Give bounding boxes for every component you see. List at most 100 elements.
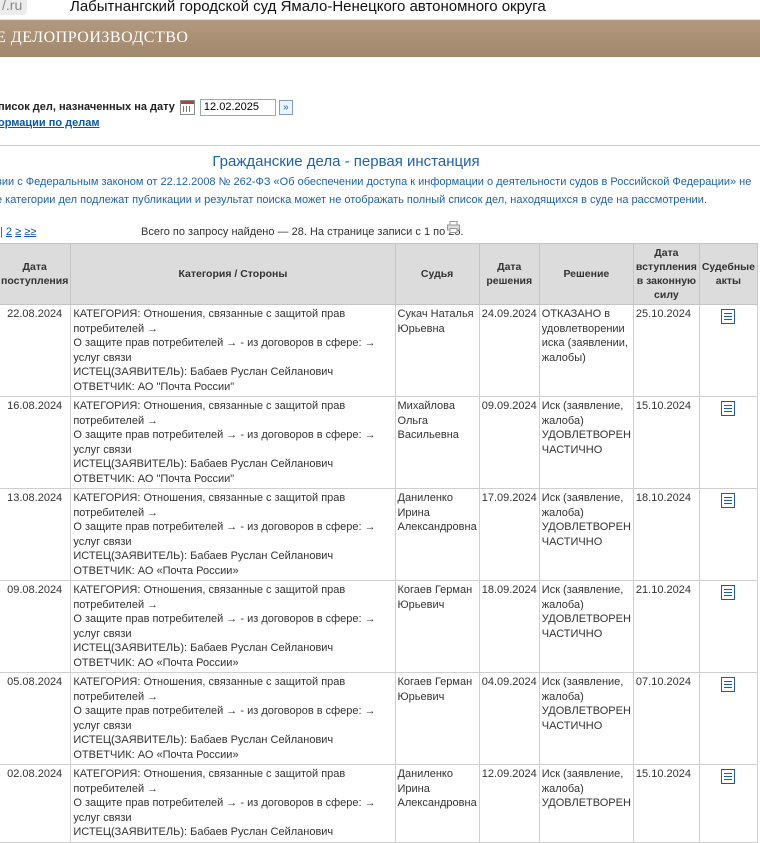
cell-category: КАТЕГОРИЯ: Отношения, связанные с защито… bbox=[70, 396, 396, 489]
cell-acts bbox=[698, 580, 759, 673]
cell-category: КАТЕГОРИЯ: Отношения, связанные с защито… bbox=[70, 488, 396, 581]
table-header-row: Дата поступления Категория / Стороны Суд… bbox=[0, 243, 759, 305]
effective-date: 21.10.2024 bbox=[635, 584, 691, 596]
received-date: 09.08.2024 bbox=[7, 584, 63, 596]
judge-line: Юрьевич bbox=[397, 598, 445, 611]
decision-line: ЧАСТИЧНО bbox=[541, 443, 603, 456]
received-date: 16.08.2024 bbox=[7, 400, 63, 412]
banner-title: Е ДЕЛОПРОИЗВОДСТВО bbox=[0, 29, 189, 46]
category-line: О защите прав потребителей → - из догово… bbox=[73, 429, 376, 456]
judge-line: Васильевна bbox=[397, 429, 459, 441]
plaintiff-line: ИСТЕЦ(ЗАЯВИТЕЛЬ): Бабаев Руслан Сейланов… bbox=[73, 550, 334, 562]
decision-line: УДОВЛЕТВОРЕН bbox=[541, 705, 631, 717]
category-line: КАТЕГОРИЯ: Отношения, связанные с защито… bbox=[73, 768, 346, 795]
last-page-link[interactable]: ≥≥ bbox=[24, 226, 36, 238]
decision-line: УДОВЛЕТВОРЕН bbox=[541, 429, 631, 441]
next-page-link[interactable]: ≥ bbox=[15, 226, 21, 238]
cell-category: КАТЕГОРИЯ: Отношения, связанные с защито… bbox=[70, 672, 396, 765]
table-row: 09.08.2024 КАТЕГОРИЯ: Отношения, связанны… bbox=[0, 580, 759, 673]
header-decision-date[interactable]: Дата решения bbox=[478, 243, 540, 305]
header-acts[interactable]: Судебные акты bbox=[698, 243, 759, 305]
judge-line: Даниленко bbox=[397, 768, 453, 780]
case-info-link[interactable]: ормации по делам bbox=[0, 117, 100, 129]
category-line: О защите прав потребителей → - из догово… bbox=[73, 521, 376, 548]
cell-decision-date: 24.09.2024 bbox=[478, 304, 540, 397]
cell-received: 05.08.2024 bbox=[0, 672, 72, 765]
cell-decision-date: 09.09.2024 bbox=[478, 396, 540, 489]
cell-effective-date: 21.10.2024 bbox=[632, 580, 700, 673]
defendant-line: ОТВЕТЧИК: АО "Почта России" bbox=[73, 380, 235, 393]
date-search-label: писок дел, назначенных на дату bbox=[0, 101, 175, 113]
cell-received: 02.08.2024 bbox=[0, 764, 72, 843]
received-date: 02.08.2024 bbox=[7, 768, 63, 780]
go-arrow-icon[interactable]: » bbox=[278, 99, 293, 115]
effective-date: 25.10.2024 bbox=[635, 308, 691, 320]
judge-line: Ольга bbox=[397, 414, 428, 427]
category-line: О защите прав потребителей → - из догово… bbox=[73, 613, 376, 640]
decision-date: 24.09.2024 bbox=[481, 308, 537, 320]
category-line: КАТЕГОРИЯ: Отношения, связанные с защито… bbox=[73, 308, 346, 335]
decision-line: жалоба) bbox=[541, 598, 584, 611]
document-icon[interactable] bbox=[721, 769, 736, 784]
header-judge[interactable]: Судья bbox=[394, 243, 480, 305]
judge-line: Даниленко bbox=[397, 492, 453, 504]
decision-date: 12.09.2024 bbox=[481, 768, 537, 780]
document-icon[interactable] bbox=[721, 585, 736, 600]
cell-effective-date: 18.10.2024 bbox=[632, 488, 700, 581]
document-icon[interactable] bbox=[721, 677, 736, 692]
judge-line: Александровна bbox=[397, 797, 477, 809]
defendant-line: ОТВЕТЧИК: АО "Почта России" bbox=[73, 472, 235, 485]
decision-line: Иск (заявление, bbox=[541, 584, 624, 596]
document-icon[interactable] bbox=[721, 493, 736, 508]
category-line: КАТЕГОРИЯ: Отношения, связанные с защито… bbox=[73, 492, 346, 519]
legal-notice: вии с Федеральным законом от 22.12.2008 … bbox=[0, 173, 760, 209]
plaintiff-line: ИСТЕЦ(ЗАЯВИТЕЛЬ): Бабаев Руслан Сейланов… bbox=[73, 458, 334, 470]
legal-notice-line: вии с Федеральным законом от 22.12.2008 … bbox=[0, 176, 752, 188]
cell-judge: Когаев Герман Юрьевич bbox=[394, 580, 480, 673]
cases-table: Дата поступления Категория / Стороны Суд… bbox=[0, 243, 759, 843]
site-domain-tab[interactable]: /.ru bbox=[0, 0, 28, 15]
decision-date: 18.09.2024 bbox=[481, 584, 537, 596]
cell-acts bbox=[698, 672, 759, 765]
defendant-line: ОТВЕТЧИК: АО «Почта России» bbox=[73, 748, 239, 761]
decision-line: иска (заявлении, bbox=[541, 337, 628, 349]
page-title: Лабытнангский городской суд Ямало-Ненецк… bbox=[70, 0, 546, 15]
document-icon[interactable] bbox=[721, 401, 736, 416]
decision-line: жалоба) bbox=[541, 414, 584, 427]
document-icon[interactable] bbox=[721, 309, 736, 324]
cell-judge: Когаев Герман Юрьевич bbox=[394, 672, 480, 765]
judge-line: Сукач Наталья bbox=[397, 308, 474, 320]
decision-line: жалоба) bbox=[541, 506, 584, 519]
header-received[interactable]: Дата поступления bbox=[0, 243, 72, 305]
results-count: Всего по запросу найдено — 28. На страни… bbox=[141, 226, 464, 238]
page-2-link[interactable]: 2 bbox=[6, 226, 12, 238]
date-input[interactable] bbox=[199, 98, 276, 116]
calendar-icon[interactable] bbox=[179, 99, 195, 115]
cell-acts bbox=[698, 764, 759, 843]
cell-judge: Даниленко Ирина Александровна bbox=[394, 764, 480, 843]
category-line: КАТЕГОРИЯ: Отношения, связанные с защито… bbox=[73, 676, 346, 703]
judge-line: Ирина bbox=[397, 506, 430, 519]
header-decision[interactable]: Решение bbox=[538, 243, 634, 305]
judge-line: Михайлова bbox=[397, 400, 455, 412]
cell-decision: Иск (заявление, жалоба) УДОВЛЕТВОРЕН ЧАСТИЧ… bbox=[538, 580, 634, 673]
cell-effective-date: 15.10.2024 bbox=[632, 764, 700, 843]
pagination: | 2 ≥ ≥≥ bbox=[0, 226, 36, 238]
cell-effective-date: 07.10.2024 bbox=[632, 672, 700, 765]
judge-line: Ирина bbox=[397, 782, 430, 795]
divider bbox=[0, 145, 760, 146]
table-row: 22.08.2024 КАТЕГОРИЯ: Отношения, связанны… bbox=[0, 304, 759, 397]
table-row: 05.08.2024 КАТЕГОРИЯ: Отношения, связанны… bbox=[0, 672, 759, 765]
cell-category: КАТЕГОРИЯ: Отношения, связанные с защито… bbox=[70, 580, 396, 673]
decision-line: удовлетворении bbox=[541, 322, 625, 335]
section-banner: Е ДЕЛОПРОИЗВОДСТВО bbox=[0, 20, 760, 57]
table-row: 13.08.2024 КАТЕГОРИЯ: Отношения, связанны… bbox=[0, 488, 759, 581]
cell-decision: Иск (заявление, жалоба) УДОВЛЕТВОРЕН ЧАСТИЧ… bbox=[538, 488, 634, 581]
legal-notice-line: е категории дел подлежат публикации и ре… bbox=[0, 194, 707, 206]
header-category[interactable]: Категория / Стороны bbox=[70, 243, 396, 305]
effective-date: 15.10.2024 bbox=[635, 768, 691, 780]
printer-icon[interactable] bbox=[447, 221, 460, 233]
category-line: КАТЕГОРИЯ: Отношения, связанные с защито… bbox=[73, 400, 346, 427]
decision-line: ЧАСТИЧНО bbox=[541, 627, 603, 640]
header-effective-date[interactable]: Дата вступления в законную силу bbox=[632, 243, 700, 305]
